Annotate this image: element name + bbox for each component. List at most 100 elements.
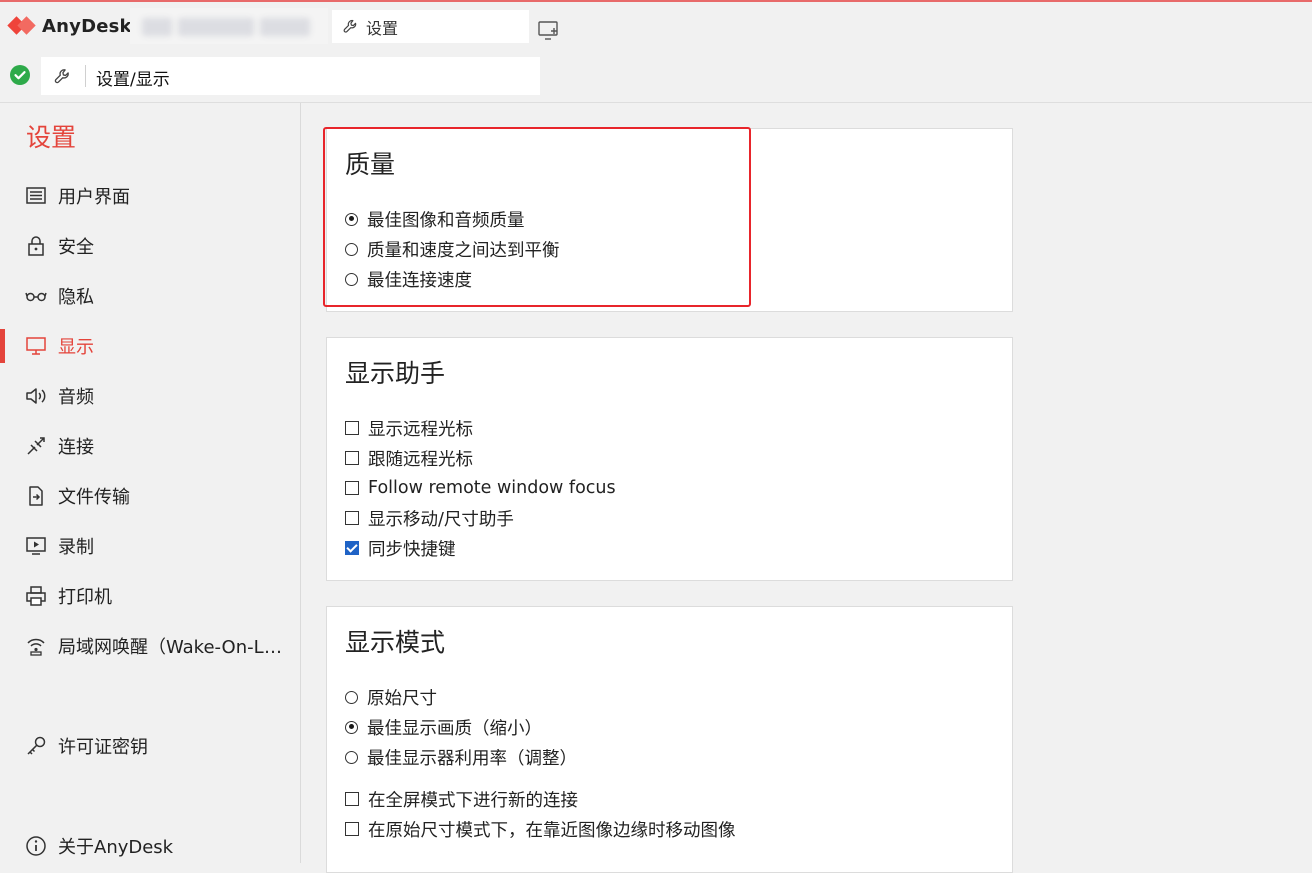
sidebar-item-security[interactable]: 安全 [0,226,300,266]
radio-selected[interactable] [345,212,358,226]
tab-settings-label: 设置 [366,18,399,38]
checkbox[interactable] [345,792,359,806]
radio[interactable] [345,750,358,764]
sidebar-item-printer[interactable]: 打印机 [0,576,300,616]
sidebar-item-recording[interactable]: 录制 [0,526,300,566]
display-icon [25,335,47,357]
wrench-icon [54,69,69,84]
sidebar-item-label: 用户界面 [58,187,130,208]
app-name: AnyDesk [42,15,132,37]
show-remote-cursor-checkbox[interactable]: 显示远程光标 [345,415,473,441]
option-label: 在全屏模式下进行新的连接 [368,790,578,811]
recording-icon [25,535,47,557]
new-tab-button[interactable] [537,20,561,42]
sidebar-item-label: 文件传输 [58,487,130,508]
sidebar-item-label: 隐私 [58,287,94,308]
sidebar-item-label: 录制 [58,537,94,558]
follow-remote-cursor-checkbox[interactable]: 跟随远程光标 [345,445,473,471]
move-resize-helper-checkbox[interactable]: 显示移动/尺寸助手 [345,505,514,531]
address-bar: 设置/显示 [0,49,1312,103]
sync-shortcuts-checkbox[interactable]: 同步快捷键 [345,535,456,561]
tab-bar: AnyDesk 设置 [0,2,1312,48]
sidebar-item-about[interactable]: 关于AnyDesk [0,826,300,866]
checkbox-checked[interactable] [345,541,359,555]
checkbox[interactable] [345,822,359,836]
sidebar-item-label: 局域网唤醒（Wake-On-LAN） [58,637,293,658]
checkbox[interactable] [345,451,359,465]
quality-option-best-speed[interactable]: 最佳连接速度 [345,266,472,292]
mode-best-utilization-stretch[interactable]: 最佳显示器利用率（调整） [345,744,577,770]
display-helper-title: 显示助手 [345,359,446,388]
option-label: 显示移动/尺寸助手 [368,509,514,530]
sidebar-item-audio[interactable]: 音频 [0,376,300,416]
add-screen-icon [538,21,558,40]
settings-content: 质量 最佳图像和音频质量 质量和速度之间达到平衡 最佳连接速度 显示助手 显示远… [301,103,1312,873]
option-label: 最佳图像和音频质量 [367,210,525,231]
quality-section: 质量 最佳图像和音频质量 质量和速度之间达到平衡 最佳连接速度 [326,128,1013,312]
connection-icon [25,435,47,457]
radio-selected[interactable] [345,720,358,734]
sidebar-item-privacy[interactable]: 隐私 [0,276,300,316]
glasses-icon [25,285,47,307]
wrench-icon [343,19,357,33]
settings-sidebar: 设置 用户界面 安全 隐私 显示 音频 连接 文件传输 录制 打印机 局域网唤醒… [0,103,301,863]
quality-title: 质量 [345,150,396,179]
display-mode-title: 显示模式 [345,628,446,657]
option-label: 同步快捷键 [368,539,456,560]
sidebar-item-label: 关于AnyDesk [58,837,174,858]
checkbox[interactable] [345,511,359,525]
move-image-at-edge-checkbox[interactable]: 在原始尺寸模式下，在靠近图像边缘时移动图像 [345,816,736,842]
sidebar-item-wake-on-lan[interactable]: 局域网唤醒（Wake-On-LAN） [0,626,300,666]
tab-remote-session[interactable] [130,8,328,44]
display-mode-section: 显示模式 原始尺寸 最佳显示画质（缩小） 最佳显示器利用率（调整） 在全屏模式下… [326,606,1013,873]
option-label: 跟随远程光标 [368,449,473,470]
sidebar-item-user-interface[interactable]: 用户界面 [0,176,300,216]
radio[interactable] [345,242,358,256]
wifi-icon [25,635,47,657]
tab-settings[interactable]: 设置 [332,10,529,43]
sidebar-item-connection[interactable]: 连接 [0,426,300,466]
anydesk-logo-icon [8,16,38,36]
sidebar-item-label: 打印机 [58,587,112,608]
quality-option-balanced[interactable]: 质量和速度之间达到平衡 [345,236,560,262]
address-field[interactable]: 设置/显示 [41,57,540,95]
follow-window-focus-checkbox[interactable]: Follow remote window focus [345,475,616,501]
address-separator [85,65,86,87]
mode-best-quality-shrink[interactable]: 最佳显示画质（缩小） [345,714,542,740]
option-label: 最佳显示器利用率（调整） [367,748,577,769]
radio[interactable] [345,272,358,286]
option-label: 最佳显示画质（缩小） [367,718,542,739]
option-label: Follow remote window focus [368,478,616,498]
sidebar-title: 设置 [26,123,77,152]
option-label: 质量和速度之间达到平衡 [367,240,560,261]
radio[interactable] [345,690,358,704]
sidebar-item-label: 显示 [58,337,94,358]
checkbox[interactable] [345,421,359,435]
option-label: 最佳连接速度 [367,270,472,291]
mode-original-size[interactable]: 原始尺寸 [345,684,437,710]
sidebar-item-label: 连接 [58,437,94,458]
key-icon [25,735,47,757]
option-label: 在原始尺寸模式下，在靠近图像边缘时移动图像 [368,820,736,841]
info-icon [25,835,47,857]
sidebar-item-label: 安全 [58,237,94,258]
checkbox[interactable] [345,481,359,495]
sidebar-item-label: 音频 [58,387,94,408]
option-label: 原始尺寸 [367,688,437,709]
lock-icon [25,235,47,257]
speaker-icon [25,385,47,407]
fullscreen-new-connection-checkbox[interactable]: 在全屏模式下进行新的连接 [345,786,578,812]
display-helper-section: 显示助手 显示远程光标 跟随远程光标 Follow remote window … [326,337,1013,581]
quality-option-best-image[interactable]: 最佳图像和音频质量 [345,206,525,232]
sidebar-item-display[interactable]: 显示 [0,326,300,366]
sidebar-item-license-key[interactable]: 许可证密钥 [0,726,300,766]
printer-icon [25,585,47,607]
address-path: 设置/显示 [96,70,170,90]
option-label: 显示远程光标 [368,419,473,440]
anydesk-brand[interactable]: AnyDesk [8,14,132,38]
sidebar-item-label: 许可证密钥 [58,737,148,758]
sidebar-item-file-transfer[interactable]: 文件传输 [0,476,300,516]
connection-status-ok-icon [10,65,30,85]
file-transfer-icon [25,485,47,507]
monitor-list-icon [25,185,47,207]
